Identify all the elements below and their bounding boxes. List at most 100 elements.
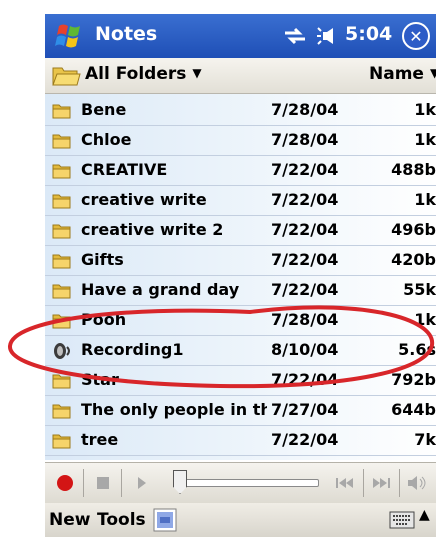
- folder-label: All Folders: [85, 64, 187, 84]
- pocket-pc-screen: Notes 5:04 ✕ All Folders ▼ Name ▼ Bene 7/28…: [45, 0, 436, 537]
- folder-icon: [52, 404, 71, 419]
- recording-icon: [54, 343, 70, 359]
- skip-back-icon: [336, 478, 353, 488]
- file-name: The only people in th: [81, 400, 267, 419]
- file-date: 7/27/04: [271, 400, 339, 419]
- play-button[interactable]: [127, 469, 155, 497]
- toolbar-divider: [363, 469, 364, 497]
- list-item[interactable]: Recording1 8/10/04 5.6s: [45, 336, 436, 366]
- playback-slider[interactable]: [177, 479, 319, 487]
- connectivity-icon[interactable]: [282, 25, 308, 47]
- list-item[interactable]: Chloe 7/28/04 1k: [45, 126, 436, 156]
- chevron-down-icon: ▼: [429, 66, 436, 80]
- app-title: Notes: [95, 23, 158, 45]
- file-date: 7/22/04: [271, 220, 339, 239]
- volume-icon: [408, 476, 426, 490]
- file-name: creative write: [81, 190, 207, 209]
- list-item[interactable]: CREATIVE 7/22/04 488b: [45, 156, 436, 186]
- toolbar-divider: [83, 469, 84, 497]
- file-size: 1k: [414, 190, 436, 209]
- clock[interactable]: 5:04: [345, 23, 392, 45]
- list-item[interactable]: creative write 7/22/04 1k: [45, 186, 436, 216]
- file-date: 7/28/04: [271, 130, 339, 149]
- folder-icon: [52, 314, 71, 329]
- file-size: 644b: [391, 400, 436, 419]
- close-icon: ✕: [409, 26, 423, 46]
- recording-toolbar: [45, 462, 436, 504]
- file-name: Gifts: [81, 250, 124, 269]
- file-date: 7/22/04: [271, 370, 339, 389]
- input-panel-arrow-icon[interactable]: ▲: [419, 507, 430, 523]
- toolbar-divider: [399, 469, 400, 497]
- folder-dropdown[interactable]: All Folders ▼: [85, 64, 202, 84]
- folder-bar: All Folders ▼ Name ▼: [45, 58, 436, 94]
- slider-thumb[interactable]: [173, 470, 187, 494]
- file-name: Have a grand day: [81, 280, 240, 299]
- windows-start-flag-icon[interactable]: [53, 20, 87, 52]
- folder-icon: [52, 434, 71, 449]
- toolbar-divider: [121, 469, 122, 497]
- file-size: 1k: [414, 130, 436, 149]
- file-size: 1k: [414, 310, 436, 329]
- file-date: 7/22/04: [271, 160, 339, 179]
- file-date: 7/28/04: [271, 310, 339, 329]
- new-menu[interactable]: New: [49, 510, 90, 530]
- folder-icon: [52, 194, 71, 209]
- open-folder-icon: [52, 67, 81, 86]
- file-date: 7/22/04: [271, 430, 339, 449]
- file-name: Bene: [81, 100, 127, 119]
- tools-menu[interactable]: Tools: [97, 510, 146, 530]
- skip-back-button[interactable]: [331, 469, 359, 497]
- close-button[interactable]: ✕: [402, 22, 430, 50]
- file-date: 8/10/04: [271, 340, 339, 359]
- list-item[interactable]: Pooh 7/28/04 1k: [45, 306, 436, 336]
- folder-icon: [52, 164, 71, 179]
- recording-toggle-icon[interactable]: [153, 508, 177, 532]
- file-size: 1k: [414, 100, 436, 119]
- record-button[interactable]: [51, 469, 79, 497]
- folder-icon: [52, 374, 71, 389]
- file-date: 7/28/04: [271, 100, 339, 119]
- folder-icon: [52, 284, 71, 299]
- play-icon: [138, 477, 146, 489]
- file-size: 7k: [414, 430, 436, 449]
- keyboard-icon[interactable]: [389, 511, 415, 529]
- file-size: 5.6s: [398, 340, 436, 359]
- file-name: Star: [81, 370, 119, 389]
- sort-dropdown[interactable]: Name ▼: [369, 64, 436, 84]
- file-size: 792b: [391, 370, 436, 389]
- title-bar: Notes 5:04 ✕: [45, 14, 436, 58]
- list-item[interactable]: Bene 7/28/04 1k: [45, 96, 436, 126]
- folder-icon: [52, 224, 71, 239]
- file-name: creative write 2: [81, 220, 224, 239]
- file-size: 420b: [391, 250, 436, 269]
- file-date: 7/22/04: [271, 280, 339, 299]
- folder-icon: [52, 104, 71, 119]
- list-item[interactable]: Have a grand day 7/22/04 55k: [45, 276, 436, 306]
- file-name: CREATIVE: [81, 160, 168, 179]
- list-item[interactable]: Gifts 7/22/04 420b: [45, 246, 436, 276]
- list-item[interactable]: creative write 2 7/22/04 496b: [45, 216, 436, 246]
- folder-icon: [52, 134, 71, 149]
- skip-forward-button[interactable]: [367, 469, 395, 497]
- file-name: Pooh: [81, 310, 127, 329]
- file-date: 7/22/04: [271, 250, 339, 269]
- record-icon: [57, 475, 73, 491]
- skip-forward-icon: [373, 478, 390, 488]
- stop-icon: [97, 477, 109, 489]
- folder-icon: [52, 254, 71, 269]
- file-name: tree: [81, 430, 119, 449]
- file-name: Recording1: [81, 340, 184, 359]
- menu-bar: New Tools ▲: [45, 503, 436, 537]
- volume-icon[interactable]: [317, 25, 343, 47]
- list-item[interactable]: tree 7/22/04 7k: [45, 426, 436, 456]
- stop-button[interactable]: [89, 469, 117, 497]
- file-date: 7/22/04: [271, 190, 339, 209]
- file-size: 496b: [391, 220, 436, 239]
- chevron-down-icon: ▼: [192, 66, 202, 80]
- volume-button[interactable]: [403, 469, 431, 497]
- list-item[interactable]: The only people in th 7/27/04 644b: [45, 396, 436, 426]
- file-list: Bene 7/28/04 1k Chloe 7/28/04 1k CREATIVE 7/22/…: [45, 94, 436, 460]
- list-item[interactable]: Star 7/22/04 792b: [45, 366, 436, 396]
- sort-label: Name: [369, 64, 424, 84]
